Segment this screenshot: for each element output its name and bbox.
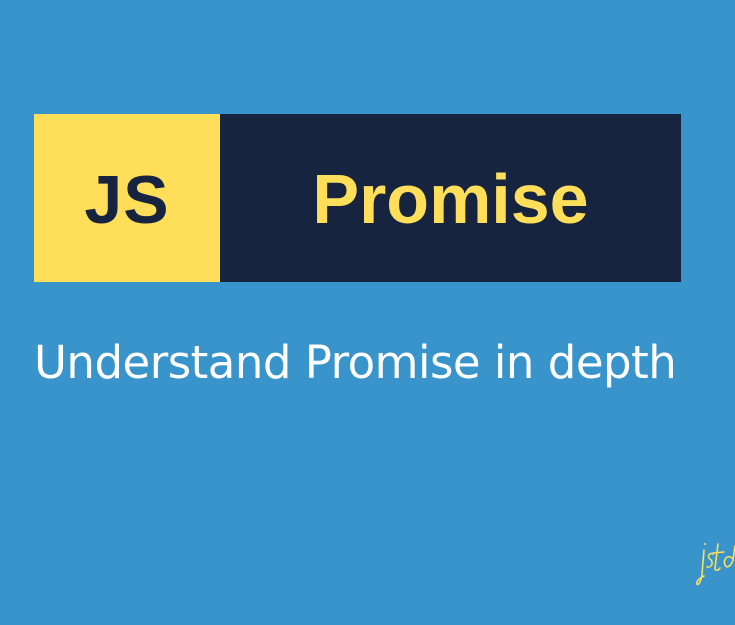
js-badge: JS [34,114,220,282]
subtitle: Understand Promise in depth [34,336,677,389]
title-banner: JS Promise [34,114,681,282]
signature-logo [696,540,735,592]
signature-logo-mark [696,543,735,586]
page-title: Promise [312,160,589,238]
title-panel: Promise [220,114,681,282]
js-badge-label: JS [84,162,170,238]
